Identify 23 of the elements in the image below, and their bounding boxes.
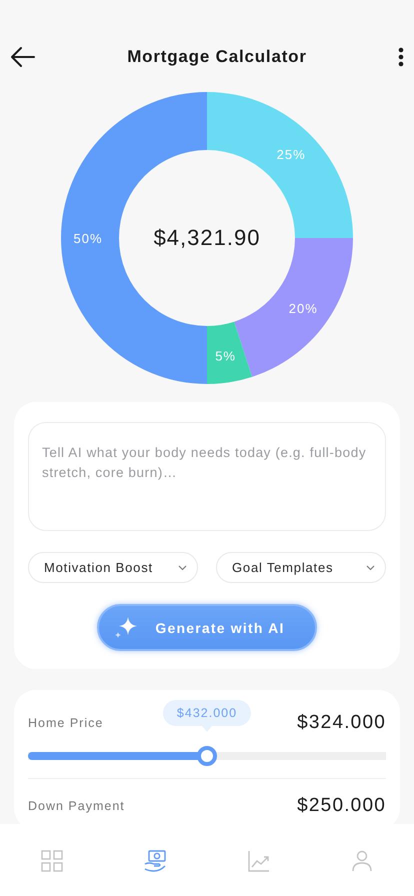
field-value: $250.000 xyxy=(297,795,386,817)
chevron-down-icon xyxy=(178,564,187,570)
segment-label: 25% xyxy=(276,146,306,162)
prompt-field[interactable]: Tell AI what your body needs today (e.g. full-body stretch, core burn)… xyxy=(28,422,386,531)
dropdown[interactable]: Goal Templates xyxy=(216,552,386,583)
dropdown[interactable]: Motivation Boost xyxy=(28,552,198,583)
chart-icon[interactable] xyxy=(248,850,270,872)
more-options-icon[interactable] xyxy=(398,47,404,67)
screen-title: Mortgage Calculator xyxy=(127,47,307,67)
user-icon[interactable] xyxy=(351,850,374,872)
monthly-payment: $4,321.90 xyxy=(154,225,260,251)
money-hand-icon[interactable] xyxy=(144,850,166,872)
slider-thumb[interactable] xyxy=(197,746,217,766)
field-value: $324.000 xyxy=(297,712,386,734)
back-icon[interactable] xyxy=(10,46,36,68)
grid-icon[interactable] xyxy=(40,850,63,872)
segment-label: 5% xyxy=(215,348,236,364)
value-tooltip: $432.000 xyxy=(162,700,252,726)
segment-label: 20% xyxy=(288,300,318,316)
chevron-down-icon xyxy=(366,564,375,570)
field-label: Home Price xyxy=(28,716,104,730)
segment-label: 50% xyxy=(73,231,103,246)
field-label: Down Payment xyxy=(28,799,125,813)
